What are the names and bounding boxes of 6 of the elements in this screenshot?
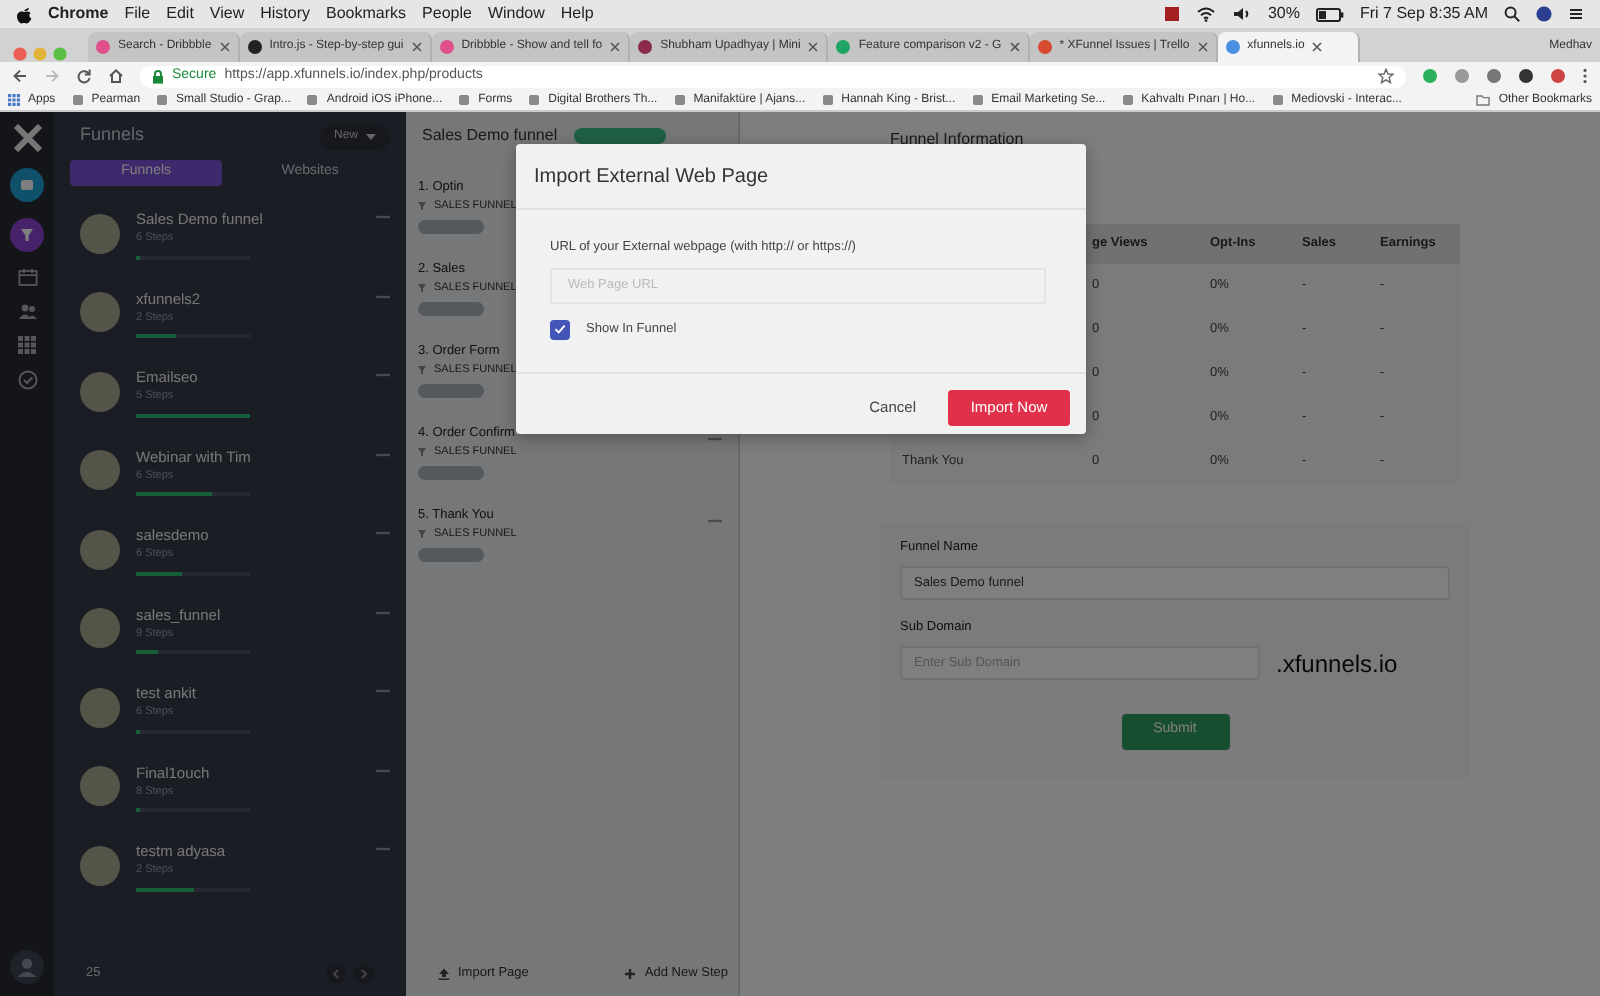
domain-suffix: .xfunnels.io [1276, 647, 1398, 681]
menu-bar-clock: Fri 7 Sep 8:35 AM [1359, 2, 1488, 26]
modal-title: Import External Web Page [516, 144, 1086, 210]
sidebar-title: Funnels [80, 122, 145, 149]
funnel-title: Sales Demo funnel [422, 124, 558, 148]
battery-percentage: 30% [1267, 2, 1300, 26]
